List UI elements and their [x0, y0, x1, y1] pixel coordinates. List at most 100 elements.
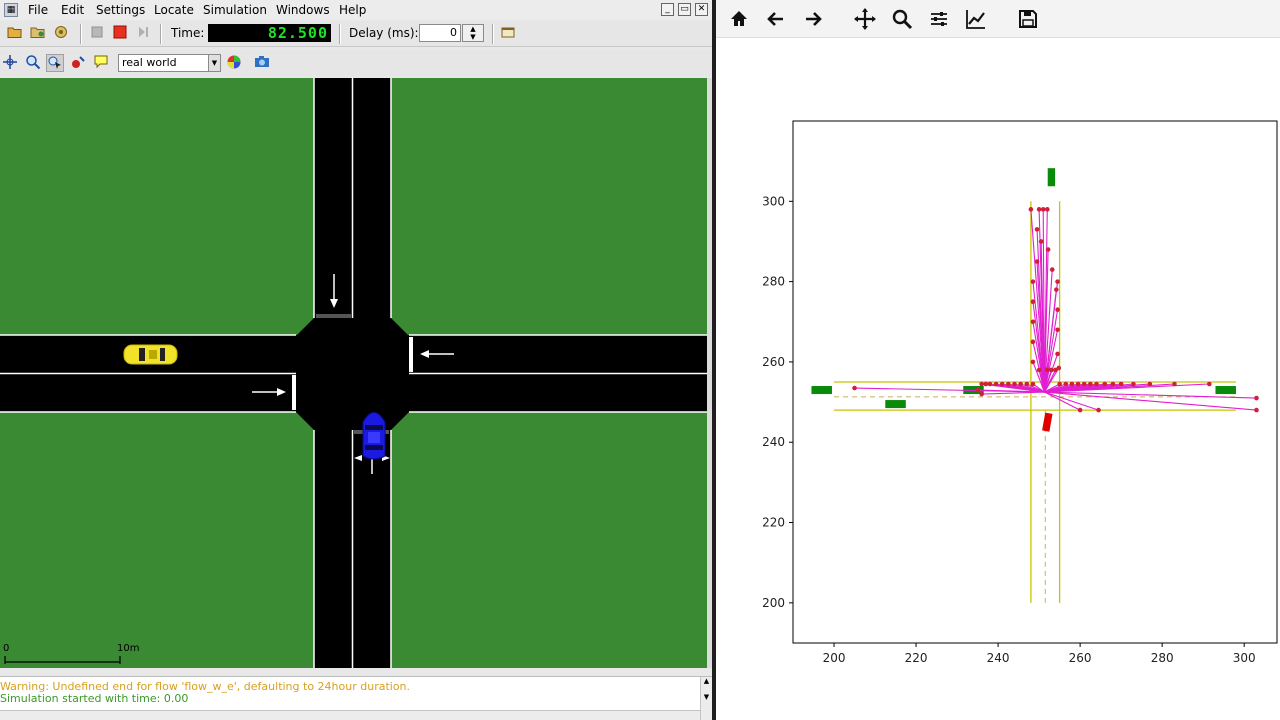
sample-point	[1030, 381, 1036, 387]
x-tick-label: 220	[905, 651, 928, 665]
sample-point	[1030, 299, 1036, 304]
sample-point	[1075, 381, 1081, 387]
view-toolbar	[0, 50, 712, 76]
save-icon[interactable]	[52, 25, 70, 43]
configure-icon[interactable]	[926, 6, 952, 32]
reload-icon[interactable]	[29, 25, 47, 43]
y-tick-label: 200	[762, 596, 785, 610]
obstacle-vehicle	[1047, 168, 1056, 187]
sample-point	[1055, 327, 1060, 333]
stop-icon[interactable]	[111, 25, 129, 43]
time-display: 82.500	[208, 24, 331, 42]
chevron-down-icon: ▼	[208, 55, 220, 71]
sample-point	[1063, 381, 1069, 387]
trajectory-plot[interactable]: 200 220 240 260 280 300 200 220 240 260 280 300	[716, 38, 1280, 720]
pan-icon[interactable]	[852, 6, 878, 32]
sample-point	[993, 381, 999, 387]
back-icon[interactable]	[763, 6, 789, 32]
home-icon[interactable]	[726, 6, 752, 32]
select-icon[interactable]	[46, 54, 64, 72]
pause-icon[interactable]	[88, 25, 106, 43]
sample-point	[1038, 239, 1044, 244]
simulation-toolbar: Time: Delay (ms):	[0, 21, 712, 47]
menu-simulation[interactable]: Simulation	[203, 3, 267, 17]
yellow-car[interactable]	[123, 344, 178, 365]
color-scheme-select[interactable]: real world ▼	[118, 54, 221, 72]
delay-input[interactable]: 0	[419, 24, 461, 42]
forward-icon[interactable]	[800, 6, 826, 32]
y-tick-label: 220	[762, 516, 785, 530]
locate-icon[interactable]	[1, 54, 19, 72]
close-button[interactable]: ✕	[695, 3, 708, 16]
sample-point	[1030, 339, 1036, 345]
sample-point	[979, 391, 984, 397]
sample-point	[975, 387, 980, 393]
sample-point	[1053, 367, 1058, 373]
tooltip-icon[interactable]	[92, 54, 110, 72]
stop-line-north	[316, 314, 351, 318]
menu-file[interactable]: File	[28, 3, 48, 17]
sample-point	[1172, 381, 1177, 387]
log-info-line: Simulation started with time: 0.00	[0, 692, 189, 705]
open-icon[interactable]	[6, 25, 24, 43]
scale-end-label: 10m	[117, 643, 139, 654]
sample-point	[979, 381, 984, 387]
sample-point	[1055, 279, 1060, 284]
sample-point	[1049, 267, 1055, 272]
menu-locate[interactable]: Locate	[154, 3, 194, 17]
blue-car[interactable]	[362, 412, 386, 460]
menu-windows[interactable]: Windows	[276, 3, 330, 17]
y-tick-label: 280	[762, 275, 785, 289]
sample-point	[1147, 381, 1153, 387]
menu-bar: ▦ File Edit Settings Locate Simulation W…	[0, 0, 712, 20]
sample-point	[1012, 381, 1017, 387]
sample-point	[1049, 367, 1054, 373]
zoom-icon[interactable]	[889, 6, 915, 32]
sample-point	[1057, 381, 1062, 387]
x-tick-label: 200	[823, 651, 846, 665]
sample-point	[1036, 207, 1042, 212]
sample-point	[1030, 279, 1036, 284]
save-icon[interactable]	[1015, 6, 1041, 32]
sample-point	[1254, 407, 1259, 413]
sample-point	[1088, 381, 1093, 387]
restore-button[interactable]: ▭	[678, 3, 691, 16]
app-icon[interactable]: ▦	[4, 3, 18, 17]
zoom-icon[interactable]	[24, 54, 42, 72]
scale-bar	[4, 656, 121, 664]
junction	[296, 318, 409, 430]
edit-curves-icon[interactable]	[963, 6, 989, 32]
delay-stepper[interactable]: ▲ ▼	[462, 24, 484, 42]
x-tick-label: 300	[1233, 651, 1256, 665]
sample-point	[1040, 207, 1046, 212]
plot-toolbar	[716, 0, 1280, 38]
sample-point	[1094, 381, 1099, 387]
window-icon[interactable]	[499, 25, 517, 43]
x-tick-label: 260	[1069, 651, 1092, 665]
obstacle-vehicle	[885, 400, 906, 409]
sample-point	[1254, 395, 1259, 401]
log-hscrollbar[interactable]	[0, 710, 700, 720]
time-label: Time:	[171, 26, 205, 40]
sample-point	[1034, 259, 1040, 264]
sample-point	[852, 385, 857, 391]
log-scrollbar[interactable]: ▲ ▼	[700, 677, 712, 720]
menu-edit[interactable]: Edit	[61, 3, 84, 17]
menu-help[interactable]: Help	[339, 3, 366, 17]
y-tick-label: 240	[762, 435, 785, 449]
simulation-canvas[interactable]: 0 10m	[0, 78, 707, 668]
vehicle-icon[interactable]	[69, 54, 87, 72]
minimize-button[interactable]: _	[661, 3, 674, 16]
sample-point	[1045, 207, 1050, 212]
step-icon[interactable]	[134, 25, 152, 43]
menu-settings[interactable]: Settings	[96, 3, 145, 17]
sample-point	[1081, 381, 1087, 387]
sample-point	[1110, 381, 1116, 387]
color-wheel-icon[interactable]	[225, 54, 243, 72]
x-tick-label: 240	[987, 651, 1010, 665]
sample-point	[1036, 367, 1042, 373]
message-log: Warning: Undefined end for flow 'flow_w_…	[0, 676, 712, 720]
y-tick-label: 260	[762, 355, 785, 369]
sample-point	[1069, 381, 1075, 387]
camera-icon[interactable]	[253, 54, 271, 72]
